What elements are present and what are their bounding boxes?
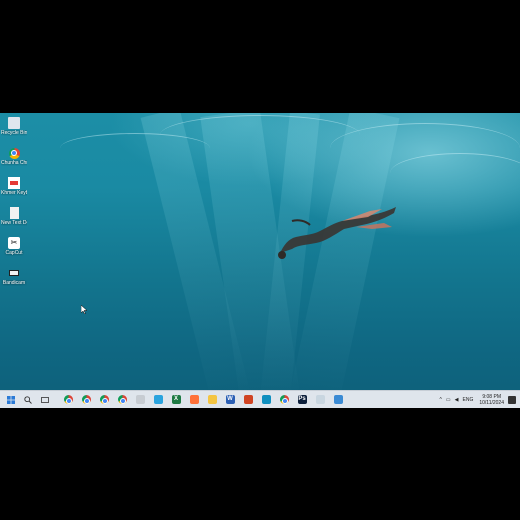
chrome-icon [63,395,73,404]
capcut-icon: ✂ [8,237,20,249]
text-file-icon [9,207,19,219]
desktop-icon-label: Recycle Bin [1,130,27,136]
pdf-file-icon [8,177,20,189]
desktop-icon-text-document[interactable]: New Text Document [1,207,27,226]
video-frame: Recycle Bin Chunha Chrome Khmer Keyboa..… [0,0,520,520]
desktop-icon-capcut[interactable]: ✂ CapCut [2,237,26,256]
app-pinned-icon [333,395,343,404]
taskbar-app-powerpoint[interactable] [242,393,255,406]
task-view-icon [40,396,49,403]
photoshop-icon: Ps [297,395,307,404]
excel-icon: X [171,395,181,404]
taskbar-app-app-pinned[interactable] [314,393,327,406]
mouse-cursor-icon [81,305,87,314]
taskbar-app-chrome[interactable] [98,393,111,406]
desktop[interactable]: Recycle Bin Chunha Chrome Khmer Keyboa..… [0,113,520,408]
start-button[interactable] [4,393,17,406]
file-explorer-icon [207,395,217,404]
network-icon[interactable]: ▭ [446,397,451,403]
desktop-icon-chrome[interactable]: Chunha Chrome [1,147,27,166]
taskbar-app-chrome[interactable] [278,393,291,406]
diver-silhouette [278,207,396,259]
telegram-icon [153,395,163,404]
taskbar-app-word[interactable]: W [224,393,237,406]
water-ripple [390,153,520,193]
app-pinned-icon [315,395,325,404]
search-button[interactable] [21,393,34,406]
chrome-icon [99,395,109,404]
water-ripple [60,133,210,163]
edge-icon [261,395,271,404]
language-indicator[interactable]: ENG [463,397,474,403]
desktop-icon-label: Chunha Chrome [1,160,27,166]
taskbar-app-photoshop[interactable]: Ps [296,393,309,406]
word-icon: W [225,395,235,404]
taskbar-app-firefox[interactable] [188,393,201,406]
taskbar-app-excel[interactable]: X [170,393,183,406]
taskbar: X W Ps ^ ▭ ◀ ENG 9:08 PM 10/11/2024 [0,390,520,408]
volume-icon[interactable]: ◀ [455,397,459,403]
taskbar-app-telegram[interactable] [152,393,165,406]
desktop-icon-label: Khmer Keyboa... [1,190,27,196]
show-hidden-icons-button[interactable]: ^ [440,397,442,403]
clock-date: 10/11/2024 [479,399,504,406]
chrome-icon [8,147,20,159]
recycle-bin-icon [8,117,20,129]
notification-center-icon[interactable] [508,395,516,404]
windows-logo-icon [6,395,15,404]
desktop-icon-label: CapCut [5,250,23,256]
recorder-icon [8,267,20,279]
taskbar-app-chrome[interactable] [116,393,129,406]
powerpoint-icon [243,395,253,404]
search-icon [23,395,32,404]
chrome-icon [279,395,289,404]
firefox-icon [189,395,199,404]
desktop-icon-label: Bandicam [2,280,26,286]
taskbar-app-edge[interactable] [260,393,273,406]
clock[interactable]: 9:08 PM 10/11/2024 [479,394,504,406]
desktop-icon-label: New Text Document [1,220,27,226]
taskbar-app-app-pinned[interactable] [332,393,345,406]
app-pinned-icon [135,395,145,404]
taskbar-app-app-pinned[interactable] [134,393,147,406]
system-tray: ^ ▭ ◀ ENG 9:08 PM 10/11/2024 [438,391,520,408]
chrome-icon [117,395,127,404]
taskbar-app-chrome[interactable] [62,393,75,406]
taskbar-app-file-explorer[interactable] [206,393,219,406]
desktop-icon-recorder[interactable]: Bandicam [2,267,26,286]
chrome-icon [81,395,91,404]
desktop-icon-recycle-bin[interactable]: Recycle Bin [1,117,27,136]
desktop-icon-pdf[interactable]: Khmer Keyboa... [1,177,27,196]
taskbar-app-chrome[interactable] [80,393,93,406]
task-view-button[interactable] [38,393,51,406]
taskbar-apps: X W Ps [59,393,347,406]
